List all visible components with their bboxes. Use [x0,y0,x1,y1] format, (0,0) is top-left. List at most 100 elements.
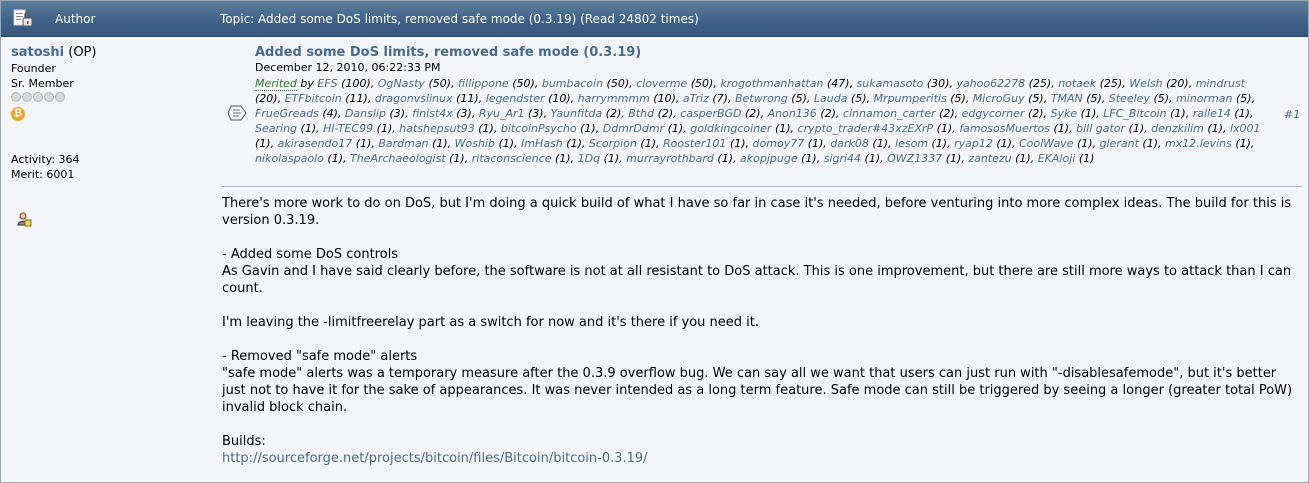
merit-count: (50) [428,77,452,90]
merit-user-link[interactable]: cloverme [636,77,687,90]
merit-count: (1) [1076,137,1093,150]
merit-user-link[interactable]: harrymmmm [578,92,650,105]
merit-user-link[interactable]: casperBGD [680,107,741,120]
merit-user-link[interactable]: nikolaspaolo [255,152,324,165]
merit-user-link[interactable]: OgNasty [378,77,425,90]
merit-user-link[interactable]: ImHash [521,137,563,150]
merit-user-link[interactable]: cinnamon_carter [843,107,936,120]
merit-user-link[interactable]: crypto_trader#43xzEXrP [798,122,934,135]
merit-count: (1) [376,122,393,135]
merit-user-link[interactable]: ETFbitcoin [285,92,342,105]
merit-count: (1) [555,152,571,165]
merit-user-link[interactable]: CoolWave [1019,137,1074,150]
merit-user-link[interactable]: Welsh [1129,77,1162,90]
merit-user-link[interactable]: FrueGreads [255,107,319,120]
rank-stars [11,92,65,102]
merit-user-link[interactable]: Betwrong [735,92,788,105]
merit-user-link[interactable]: dragonvslinux [375,92,453,105]
merit-count: (1) [1080,107,1097,120]
merit-user-link[interactable]: akopjpuge [740,152,798,165]
merit-user-link[interactable]: sukamasoto [857,77,924,90]
merit-count: (5) [1236,92,1252,105]
merit-user-link[interactable]: finist4x [412,107,453,120]
merit-user-link[interactable]: 1Dq [578,152,600,165]
merit-user-link[interactable]: krogothmanhattan [720,77,823,90]
merit-user-link[interactable]: lesom [895,137,928,150]
merit-user-link[interactable]: ritaconscience [472,152,552,165]
merit-count: (7) [712,92,728,105]
merit-user-link[interactable]: notaek [1058,77,1096,90]
merit-count: (1) [667,122,684,135]
merit-user-link[interactable]: TMAN [1051,92,1083,105]
merit-user-link[interactable]: Ryu_Ar1 [479,107,525,120]
author-name-link[interactable]: satoshi [11,45,64,60]
merit-user-link[interactable]: Lauda [814,92,848,105]
merit-user-link[interactable]: TheArchaeologist [350,152,446,165]
merit-user-link[interactable]: aTriz [683,92,709,105]
merit-count: (11) [345,92,368,105]
merit-count: (1) [717,152,733,165]
merit-user-link[interactable]: minorman [1176,92,1232,105]
merit-user-link[interactable]: edgycorner [962,107,1025,120]
merit-user-link[interactable]: Searing [255,122,297,135]
merit-count: (47) [826,77,850,90]
merit-count: (1) [1207,122,1223,135]
merit-user-link[interactable]: EKAloji [1038,152,1076,165]
merit-count: (2) [1027,107,1044,120]
merit-user-link[interactable]: fillippone [458,77,509,90]
merit-user-link[interactable]: famososMuertos [959,122,1050,135]
merit-count: (20) [255,92,278,105]
merit-user-link[interactable]: bill gator [1076,122,1125,135]
merit-user-link[interactable]: goldkingcoiner [690,122,771,135]
merit-user-link[interactable]: domoy77 [753,137,805,150]
merit-user-link[interactable]: HI-TEC99 [323,122,373,135]
merit-user-link[interactable]: Yaunfitda [551,107,603,120]
merit-user-link[interactable]: Syke [1051,107,1078,120]
merit-user-link[interactable]: Bthd [628,107,654,120]
merit-user-link[interactable]: akirasendo17 [278,137,353,150]
merit-user-link[interactable]: mx12.levins [1165,137,1232,150]
merit-user-link[interactable]: denzkilim [1151,122,1204,135]
merit-count: (1) [255,137,271,150]
merit-user-link[interactable]: ralle14 [1193,107,1231,120]
merit-user-link[interactable]: Bardman [378,137,428,150]
merit-user-link[interactable]: murrayrothbard [626,152,714,165]
quote-icon[interactable] [227,103,247,127]
merit-user-link[interactable]: mindrust [1196,77,1245,90]
merit-user-link[interactable]: legendster [486,92,545,105]
body-paragraph: "safe mode" alerts was a temporary measu… [222,366,1293,415]
merit-user-link[interactable]: MicroGuy [973,92,1025,105]
merit-user-link[interactable]: bitcoinPsycho [501,122,577,135]
merit-user-link[interactable]: Rooster101 [663,137,726,150]
merit-user-link[interactable]: hatshepsut93 [399,122,475,135]
post-title-link[interactable]: Added some DoS limits, removed safe mode… [255,45,641,60]
merit-user-link[interactable]: Scorpion [589,137,637,150]
merit-count: (11) [456,92,479,105]
merit-user-link[interactable]: Danslip [345,107,386,120]
merit-user-link[interactable]: EFS [317,77,337,90]
merit-user-link[interactable]: sigri44 [824,152,861,165]
merit-user-link[interactable]: Steeley [1109,92,1150,105]
merit-count: (1) [729,137,746,150]
builds-link[interactable]: http://sourceforge.net/projects/bitcoin/… [222,451,648,466]
merit-user-link[interactable]: lx001 [1230,122,1261,135]
merit-user-link[interactable]: DdmrDdmr [603,122,664,135]
merit-user-link[interactable]: yahoo62278 [956,77,1025,90]
merit-user-link[interactable]: zantezu [968,152,1011,165]
merit-count: (1) [1234,107,1250,120]
merit-user-link[interactable]: ryap12 [954,137,993,150]
post-number-link[interactable]: #1 [1284,108,1300,121]
merit-user-link[interactable]: Woshib [455,137,495,150]
star-icon [44,92,54,102]
merit-count: (1) [1078,152,1095,165]
merit-count: (50) [690,77,714,90]
merit-user-link[interactable]: LFC_Bitcoin [1103,107,1166,120]
merit-user-link[interactable]: dark08 [830,137,869,150]
merit-user-link[interactable]: glerant [1100,137,1139,150]
merit-user-link[interactable]: Anon136 [768,107,817,120]
merited-label[interactable]: Merited [255,77,297,91]
merit-user-link[interactable]: bumbacoin [542,77,603,90]
profile-icon[interactable] [16,211,32,231]
merit-user-link[interactable]: Mrpumperitis [874,92,947,105]
merit-user-link[interactable]: OWZ1337 [887,152,942,165]
